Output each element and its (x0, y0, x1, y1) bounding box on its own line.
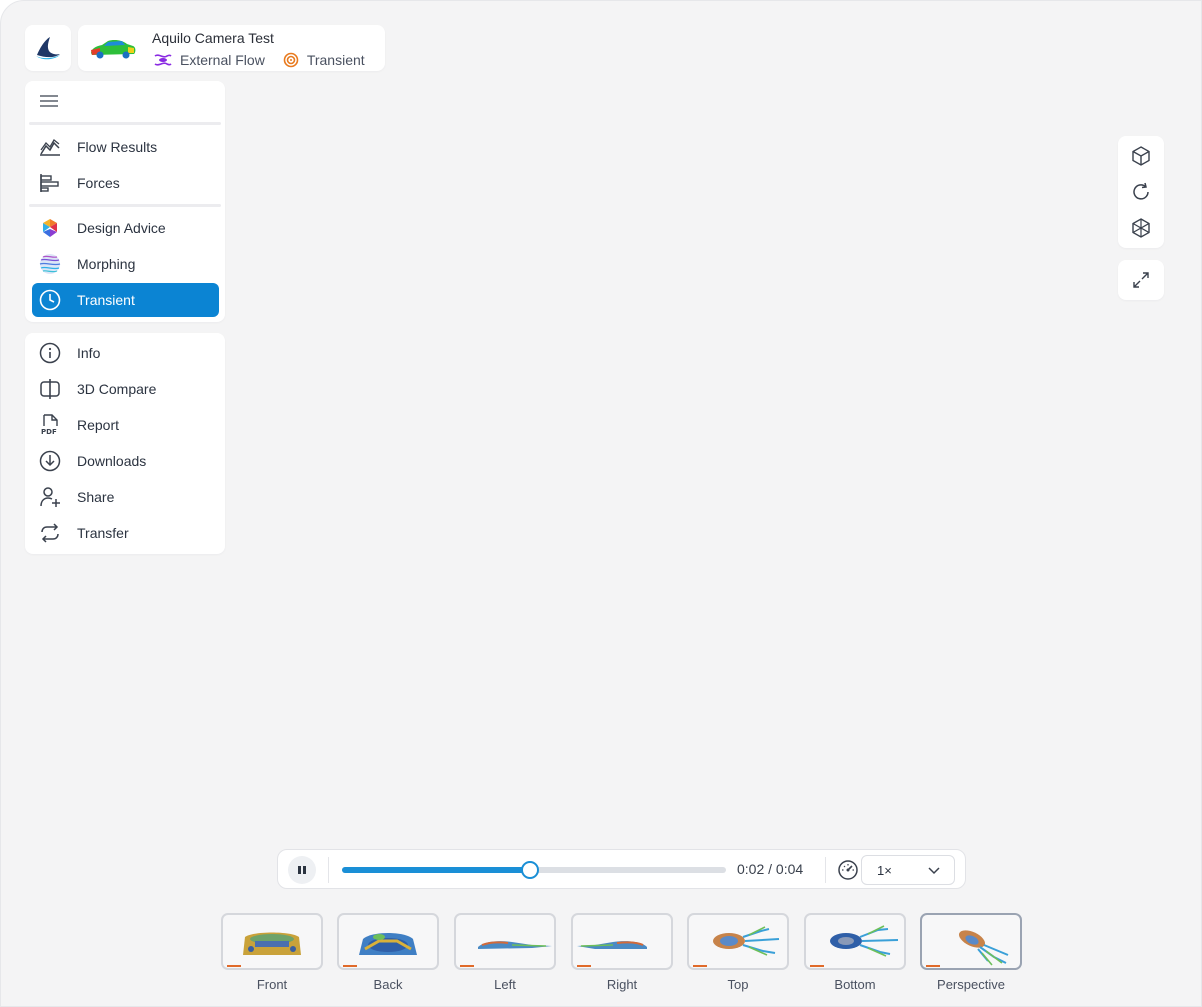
view-left[interactable] (454, 913, 556, 970)
car-thumbnail (91, 40, 136, 59)
rotate-icon[interactable] (1129, 180, 1153, 204)
view-label: Right (606, 977, 638, 992)
timeline-handle[interactable] (521, 861, 540, 879)
view-label: Back (373, 977, 403, 992)
sidebar-item-transfer[interactable]: Transfer (32, 516, 219, 550)
cube-icon[interactable] (1129, 144, 1153, 168)
sidebar-item-label: 3D Compare (77, 381, 157, 397)
bottom-view-thumbnail (810, 925, 899, 967)
view-tools (1118, 136, 1164, 248)
divider (29, 204, 221, 207)
sidebar-item-label: Transfer (77, 525, 129, 541)
view-label: Left (494, 977, 516, 992)
view-bottom[interactable] (804, 913, 906, 970)
sidebar-item-label: Share (77, 489, 115, 505)
divider (29, 122, 221, 125)
sidebar-item-share[interactable]: Share (32, 480, 219, 514)
tag-label: Transient (306, 52, 365, 68)
transient-icon (283, 52, 299, 68)
sidebar-item-label: Transient (77, 292, 135, 308)
sidebar-item-forces[interactable]: Forces (32, 166, 219, 200)
front-view-thumbnail (227, 932, 301, 967)
svg-text:PDF: PDF (41, 428, 57, 436)
left-view-thumbnail (460, 941, 552, 967)
divider (328, 857, 329, 883)
bar-chart-horizontal-icon (39, 172, 61, 194)
sidebar-item-label: Info (77, 345, 101, 361)
hamburger-icon[interactable] (39, 93, 59, 109)
speedometer-icon (838, 860, 858, 880)
view-label: Perspective (937, 977, 1005, 992)
view-back[interactable] (337, 913, 439, 970)
sidebar-item-transient[interactable]: Transient (32, 283, 219, 317)
sidebar-item-design-advice[interactable]: Design Advice (32, 211, 219, 245)
sidebar-item-info[interactable]: Info (32, 336, 219, 370)
clock-icon (39, 289, 61, 311)
sidebar-item-report[interactable]: PDF Report (32, 408, 219, 442)
view-label: Top (727, 977, 749, 992)
view-label: Bottom (834, 977, 876, 992)
logo-icon (36, 37, 60, 60)
download-icon (39, 450, 61, 472)
time-readout: 0:02 / 0:04 (737, 861, 804, 877)
speed-select[interactable]: 1× (861, 855, 955, 885)
transfer-icon (39, 522, 61, 544)
playback-controls: 0:02 / 0:04 1× (277, 849, 966, 889)
sidebar-nav: Flow Results Forces Design Advice Morphi… (25, 81, 225, 322)
wireframe-icon[interactable] (1129, 216, 1153, 240)
tag-label: External Flow (180, 52, 265, 68)
project-title: Aquilo Camera Test (152, 30, 274, 46)
project-header[interactable]: Aquilo Camera Test External Flow Transie… (78, 25, 385, 71)
sidebar-item-label: Forces (77, 175, 120, 191)
project-tags: External Flow Transient (154, 52, 383, 68)
external-flow-icon (154, 54, 172, 66)
chevron-down-icon (928, 867, 940, 875)
design-advice-icon (39, 217, 61, 239)
sidebar-item-label: Downloads (77, 453, 147, 469)
timeline-slider[interactable] (342, 861, 726, 879)
sidebar-actions: Info 3D Compare PDF Report Downloads Sha… (25, 333, 225, 554)
sidebar-item-label: Report (77, 417, 120, 433)
expand-icon[interactable] (1129, 268, 1153, 292)
info-icon (39, 342, 61, 364)
tag-external-flow: External Flow (154, 52, 265, 68)
top-view-thumbnail (693, 926, 780, 967)
right-view-thumbnail (577, 941, 647, 967)
sidebar-item-3d-compare[interactable]: 3D Compare (32, 372, 219, 406)
fullscreen-tool (1118, 260, 1164, 300)
divider (825, 857, 826, 883)
back-view-thumbnail (343, 933, 417, 967)
view-label: Front (256, 977, 288, 992)
sidebar-item-downloads[interactable]: Downloads (32, 444, 219, 478)
pause-button[interactable] (288, 856, 316, 884)
timeline-progress (342, 867, 531, 873)
view-top[interactable] (687, 913, 789, 970)
view-front[interactable] (221, 913, 323, 970)
sidebar-item-label: Flow Results (77, 139, 158, 155)
view-perspective[interactable] (920, 913, 1022, 970)
chart-area-icon (39, 136, 61, 158)
sidebar-item-flow-results[interactable]: Flow Results (32, 130, 219, 164)
perspective-view-thumbnail (926, 930, 1009, 967)
pause-icon (298, 866, 306, 874)
app-logo[interactable] (25, 25, 71, 71)
morphing-icon (39, 253, 61, 275)
sidebar-item-label: Design Advice (77, 220, 166, 236)
add-user-icon (39, 486, 61, 508)
compare-icon (39, 378, 61, 400)
sidebar-item-label: Morphing (77, 256, 136, 272)
pdf-icon: PDF (39, 414, 61, 436)
speed-value: 1× (877, 862, 892, 878)
sidebar-item-morphing[interactable]: Morphing (32, 247, 219, 281)
tag-transient: Transient (283, 52, 365, 68)
app-frame: Aquilo Camera Test External Flow Transie… (0, 0, 1202, 1007)
view-right[interactable] (571, 913, 673, 970)
